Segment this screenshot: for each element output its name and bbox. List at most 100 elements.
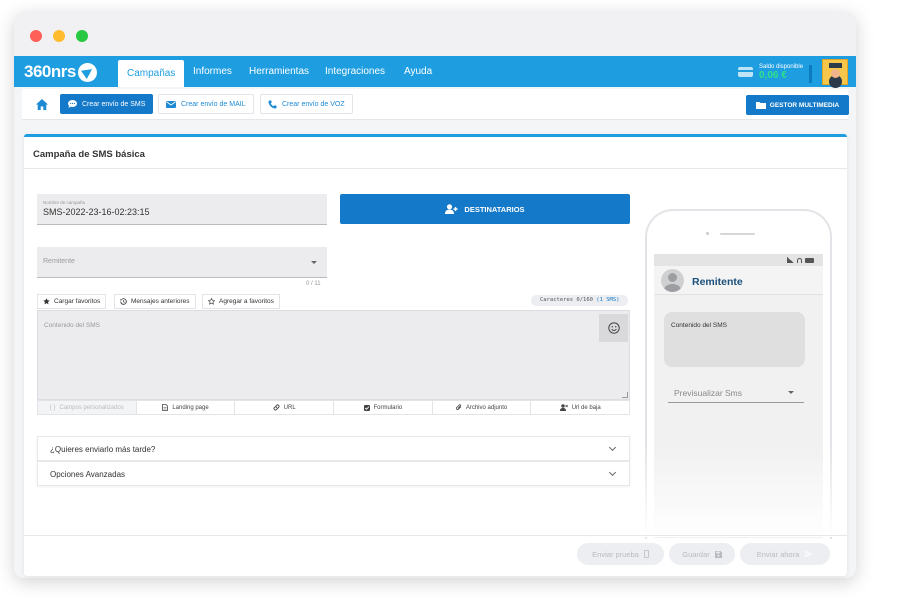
add-favorites-label: Agregar a favoritos: [219, 298, 274, 305]
create-sms-label: Crear envío de SMS: [82, 100, 146, 108]
add-favorites-button[interactable]: Agregar a favoritos: [202, 294, 280, 309]
close-window-button[interactable]: [30, 30, 42, 42]
schedule-later-label: ¿Quieres enviarlo más tarde?: [50, 445, 156, 454]
landing-page-button[interactable]: Landing page: [137, 401, 236, 414]
credit-card-icon: [738, 67, 753, 77]
landing-page-label: Landing page: [172, 404, 209, 411]
sms-insert-toolbar: { } Campos personalizados Landing page U…: [37, 400, 630, 415]
document-icon: [162, 404, 169, 411]
unsubscribe-url-button[interactable]: Url de baja: [531, 401, 629, 414]
url-label: URL: [283, 404, 296, 411]
star-outline-icon: [208, 298, 215, 305]
sms-content-textarea[interactable]: Contenido del SMS: [37, 310, 630, 400]
character-counter-badge: Caracteres 0/160 (1 SMS): [531, 295, 629, 306]
campaign-name-value: SMS-2022-23-16-02:23:15: [43, 207, 150, 217]
maximize-window-button[interactable]: [76, 30, 88, 42]
sender-select[interactable]: Remitente: [37, 247, 327, 278]
create-voice-button[interactable]: Crear envío de VOZ: [260, 94, 353, 114]
sub-navbar: Crear envío de SMS Crear envío de MAIL C…: [22, 89, 849, 120]
home-button[interactable]: [30, 94, 54, 114]
sender-placeholder: Remitente: [43, 258, 75, 265]
logo-text: 360nrs: [24, 62, 76, 81]
preview-sms-select[interactable]: Previsualizar Sms: [668, 382, 804, 403]
form-label: Formulario: [373, 404, 403, 411]
window-titlebar: [14, 12, 856, 56]
url-button[interactable]: URL: [235, 401, 335, 414]
folder-icon: [755, 102, 766, 109]
campaign-card: Campaña de SMS básica Nombre de campaña …: [24, 134, 847, 576]
phone-fade-overlay: [639, 447, 839, 537]
user-remove-icon: [559, 404, 568, 411]
sms-preview-bubble: Contenido del SMS: [664, 312, 805, 367]
attachment-label: Archivo adjunto: [465, 404, 508, 411]
balance-divider: [809, 65, 812, 83]
browser-window: 360nrs Campañas Informes Herramientas In…: [14, 12, 856, 578]
create-mail-button[interactable]: Crear envío de MAIL: [158, 94, 254, 114]
multimedia-manager-button[interactable]: GESTOR MULTIMEDIA: [746, 95, 849, 115]
unsubscribe-url-label: Url de baja: [571, 404, 601, 411]
resize-handle-icon[interactable]: [622, 392, 628, 398]
caret-down-icon: [788, 391, 794, 394]
mobile-icon: [643, 550, 649, 558]
schedule-later-accordion[interactable]: ¿Quieres enviarlo más tarde?: [37, 436, 630, 461]
custom-fields-label: Campos personalizados: [59, 404, 124, 411]
advanced-options-label: Opciones Avanzadas: [50, 470, 126, 479]
battery-icon: [805, 258, 814, 263]
phone-sender-name: Remitente: [692, 276, 743, 288]
phone-speaker: [720, 233, 755, 235]
star-filled-icon: [43, 298, 50, 305]
nav-tab-informes[interactable]: Informes: [193, 56, 232, 87]
logo-rocket-icon: [77, 62, 97, 82]
caret-down-icon: [311, 261, 317, 264]
logo[interactable]: 360nrs: [24, 61, 97, 83]
previous-messages-button[interactable]: Mensajes anteriores: [114, 294, 196, 309]
mail-icon: [166, 100, 176, 108]
sms-content-placeholder: Contenido del SMS: [44, 322, 101, 329]
send-icon: [804, 550, 814, 558]
create-sms-button[interactable]: Crear envío de SMS: [60, 94, 154, 114]
top-navbar: 360nrs Campañas Informes Herramientas In…: [14, 56, 856, 87]
home-icon: [36, 98, 48, 110]
nav-tab-herramientas[interactable]: Herramientas: [249, 56, 309, 87]
phone-camera: [706, 232, 709, 235]
braces-icon: { }: [49, 404, 56, 411]
history-icon: [120, 298, 127, 305]
checkbox-icon: [363, 404, 370, 411]
send-now-button[interactable]: Enviar ahora: [740, 543, 830, 565]
add-user-icon: [445, 204, 458, 214]
footer-divider: [24, 535, 847, 536]
destinatarios-label: DESTINATARIOS: [464, 204, 525, 214]
contact-avatar-icon: [661, 269, 684, 292]
status-icons: [787, 257, 814, 263]
sms-preview-text: Contenido del SMS: [671, 322, 728, 329]
sender-char-counter: 0 / 11: [306, 281, 321, 287]
minimize-window-button[interactable]: [53, 30, 65, 42]
chevron-down-icon: [608, 443, 617, 452]
balance-value[interactable]: 0,06 €: [759, 70, 787, 81]
paperclip-icon: [455, 404, 461, 410]
send-test-button[interactable]: Enviar prueba: [577, 543, 664, 565]
form-button[interactable]: Formulario: [334, 401, 433, 414]
emoji-icon: [607, 322, 620, 334]
emoji-button[interactable]: [599, 314, 628, 342]
previous-messages-label: Mensajes anteriores: [131, 298, 190, 305]
nav-tab-campanas[interactable]: Campañas: [118, 60, 185, 87]
floppy-icon: [714, 550, 722, 558]
attachment-button[interactable]: Archivo adjunto: [433, 401, 532, 414]
link-icon: [273, 404, 280, 411]
destinatarios-button[interactable]: DESTINATARIOS: [340, 194, 630, 224]
user-avatar[interactable]: [822, 59, 848, 85]
save-button[interactable]: Guardar: [669, 543, 735, 565]
send-test-label: Enviar prueba: [592, 549, 639, 559]
chevron-down-icon: [608, 468, 617, 477]
save-label: Guardar: [682, 549, 710, 559]
sms-chat-icon: [68, 100, 77, 108]
campaign-name-field[interactable]: Nombre de campaña SMS-2022-23-16-02:23:1…: [37, 194, 327, 225]
load-favorites-button[interactable]: Cargar favoritos: [37, 294, 107, 309]
phone-icon: [268, 100, 277, 108]
nav-tab-ayuda[interactable]: Ayuda: [404, 56, 432, 87]
nav-tab-integraciones[interactable]: Integraciones: [325, 56, 385, 87]
phone-status-bar: [654, 254, 823, 266]
advanced-options-accordion[interactable]: Opciones Avanzadas: [37, 461, 630, 486]
custom-fields-button[interactable]: { } Campos personalizados: [38, 401, 137, 414]
